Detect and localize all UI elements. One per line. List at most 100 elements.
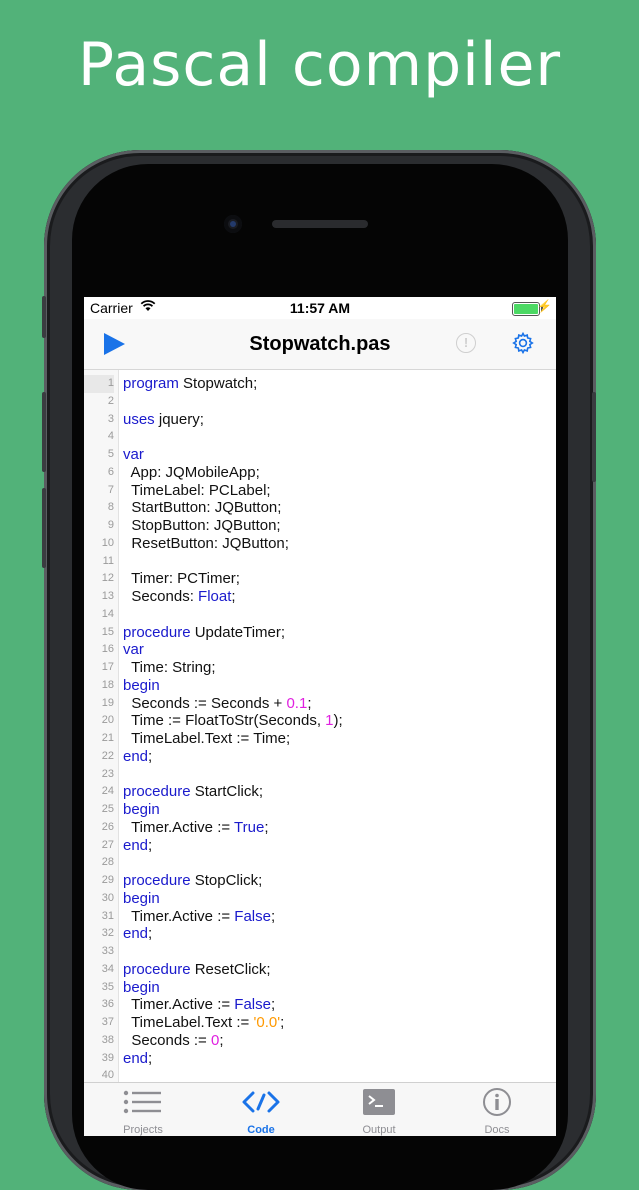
code-line[interactable]: 32 end; (84, 925, 556, 943)
file-title: Stopwatch.pas (249, 333, 391, 355)
code-line[interactable]: 13 Seconds: Float; (84, 588, 556, 606)
tab-bar: Projects Code Output Docs (84, 1082, 556, 1136)
tab-code[interactable]: Code (202, 1083, 320, 1136)
code-token: Timer.Active := (123, 818, 235, 836)
warnings-button[interactable]: ! (456, 333, 476, 353)
code-token: ; (148, 747, 153, 765)
code-line[interactable]: 16 var (84, 641, 556, 659)
code-text: StartButton: JQButton; (123, 499, 281, 517)
line-number: 39 (101, 1051, 114, 1064)
code-line[interactable]: 39 end; (84, 1050, 556, 1068)
code-line[interactable]: 14 (84, 606, 556, 624)
code-token: uses (123, 410, 155, 428)
code-line[interactable]: 38 Seconds := 0; (84, 1032, 556, 1050)
code-token: end (123, 747, 149, 765)
code-line[interactable]: 1 program Stopwatch; (84, 375, 556, 393)
code-token: ; (264, 818, 269, 836)
code-line[interactable]: 21 TimeLabel.Text := Time; (84, 730, 556, 748)
terminal-icon (363, 1089, 395, 1115)
tab-projects-label: Projects (123, 1124, 163, 1136)
code-token: Seconds := Seconds + (123, 694, 287, 712)
code-line[interactable]: 19 Seconds := Seconds + 0.1; (84, 695, 556, 713)
code-line[interactable]: 28 (84, 854, 556, 872)
mute-switch (42, 296, 46, 338)
code-line[interactable]: 8 StartButton: JQButton; (84, 499, 556, 517)
code-line[interactable]: 7 TimeLabel: PCLabel; (84, 482, 556, 500)
code-line[interactable]: 25 begin (84, 801, 556, 819)
code-line[interactable]: 18 begin (84, 677, 556, 695)
code-text: var (123, 446, 144, 464)
code-line[interactable]: 29 procedure StopClick; (84, 872, 556, 890)
code-line[interactable]: 37 TimeLabel.Text := '0.0'; (84, 1014, 556, 1032)
tab-output-label: Output (362, 1124, 396, 1136)
code-token: TimeLabel: PCLabel; (123, 481, 271, 499)
info-icon (483, 1088, 511, 1116)
code-line[interactable]: 24 procedure StartClick; (84, 783, 556, 801)
tab-docs[interactable]: Docs (438, 1083, 556, 1136)
code-line[interactable]: 10 ResetButton: JQButton; (84, 535, 556, 553)
code-token: ; (148, 836, 153, 854)
code-line[interactable]: 23 (84, 766, 556, 784)
line-number: 31 (101, 909, 114, 922)
code-line[interactable]: 35 begin (84, 979, 556, 997)
line-number: 1 (84, 375, 114, 393)
code-text: begin (123, 801, 160, 819)
line-number: 26 (101, 820, 114, 833)
code-text: end; (123, 837, 152, 855)
code-token: 0.1 (286, 694, 308, 712)
code-token: Timer: PCTimer; (123, 570, 240, 588)
code-token: var (123, 641, 144, 659)
code-text: Seconds := 0; (123, 1032, 223, 1050)
code-editor[interactable]: 1 program Stopwatch; 2 3 uses jquery; 4 5 var 6 … (84, 370, 556, 1082)
list-icon (123, 1090, 161, 1114)
code-line[interactable]: 22 end; (84, 748, 556, 766)
code-line[interactable]: 11 (84, 553, 556, 571)
front-camera (224, 215, 242, 233)
tab-projects[interactable]: Projects (84, 1083, 202, 1136)
code-line[interactable]: 34 procedure ResetClick; (84, 961, 556, 979)
code-token: False (234, 907, 271, 925)
line-number: 8 (107, 501, 114, 514)
code-token: '0.0' (253, 1014, 281, 1031)
code-line[interactable]: 30 begin (84, 890, 556, 908)
code-line[interactable]: 15 procedure UpdateTimer; (84, 624, 556, 642)
code-line[interactable]: 12 Timer: PCTimer; (84, 570, 556, 588)
line-number: 10 (101, 536, 114, 549)
line-number: 32 (101, 927, 114, 940)
line-number: 7 (107, 483, 114, 496)
code-line[interactable]: 36 Timer.Active := False; (84, 996, 556, 1014)
code-token: end (123, 1049, 149, 1067)
line-number: 3 (107, 412, 114, 425)
line-number: 14 (101, 607, 114, 620)
code-token: TimeLabel.Text := Time; (123, 730, 291, 747)
code-line[interactable]: 31 Timer.Active := False; (84, 908, 556, 926)
code-text: procedure StopClick; (123, 872, 262, 890)
line-number: 37 (101, 1016, 114, 1028)
line-number: 16 (101, 643, 114, 656)
tab-docs-label: Docs (484, 1124, 510, 1136)
line-number: 5 (107, 448, 114, 460)
settings-gear-icon[interactable] (511, 331, 535, 355)
code-line[interactable]: 26 Timer.Active := True; (84, 819, 556, 837)
code-line[interactable]: 20 Time := FloatToStr(Seconds, 1); (84, 712, 556, 730)
line-number: 11 (102, 554, 114, 567)
line-number: 23 (101, 767, 114, 780)
line-number: 35 (101, 980, 114, 993)
code-line[interactable]: 17 Time: String; (84, 659, 556, 677)
code-token: end (123, 925, 149, 943)
code-line[interactable]: 9 StopButton: JQButton; (84, 517, 556, 535)
line-number: 30 (101, 891, 114, 904)
code-line[interactable]: 3 uses jquery; (84, 411, 556, 429)
code-line[interactable]: 33 (84, 943, 556, 961)
code-token: App: JQMobileApp; (123, 463, 260, 481)
code-line[interactable]: 6 App: JQMobileApp; (84, 464, 556, 482)
code-line[interactable]: 27 end; (84, 837, 556, 855)
code-line[interactable]: 5 var (84, 446, 556, 464)
tab-output[interactable]: Output (320, 1083, 438, 1136)
code-line[interactable]: 4 (84, 428, 556, 446)
code-token: Float (198, 588, 232, 605)
code-text: end; (123, 925, 152, 943)
code-line[interactable]: 40 (84, 1067, 556, 1082)
line-number: 27 (101, 838, 114, 851)
code-line[interactable]: 2 (84, 393, 556, 411)
